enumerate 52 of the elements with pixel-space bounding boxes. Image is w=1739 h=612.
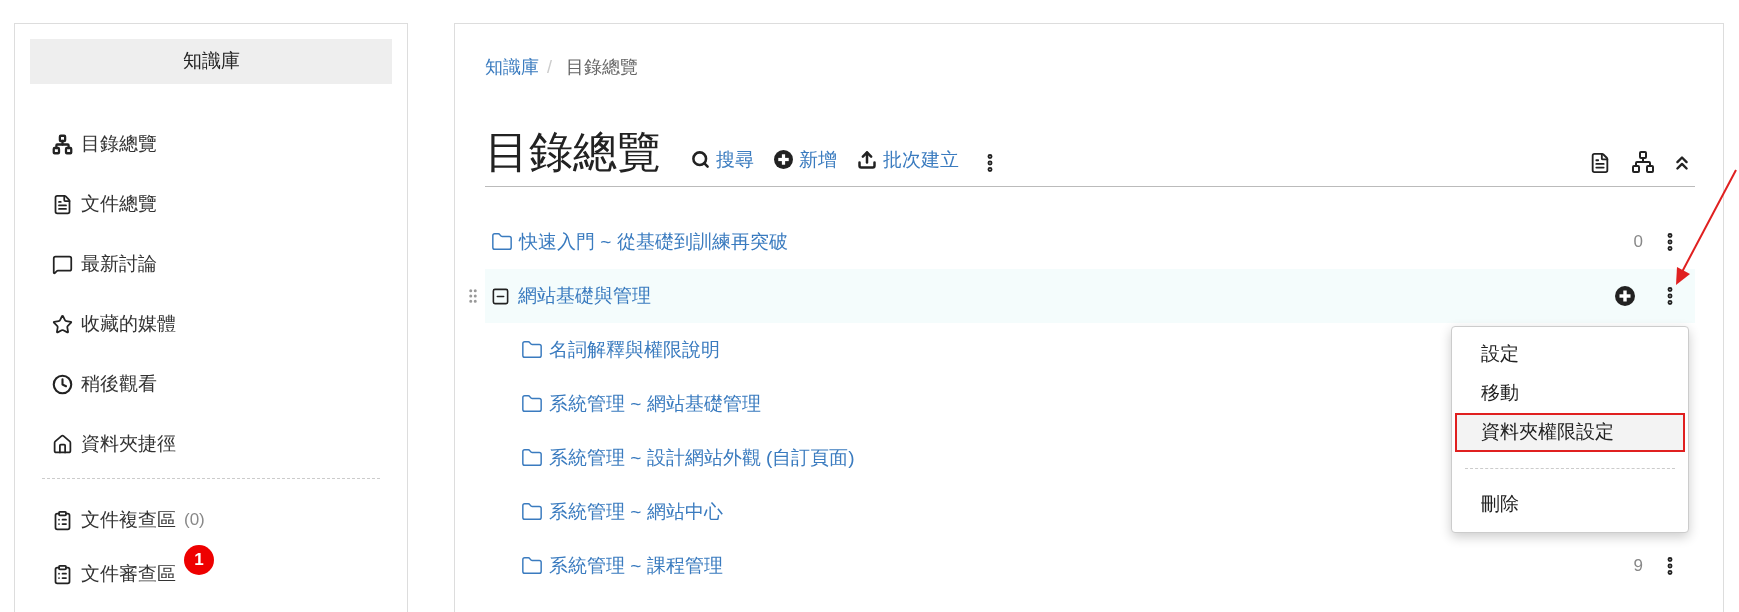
- breadcrumb-current: 目錄總覽: [566, 55, 638, 79]
- folder-icon: [521, 501, 543, 523]
- document-icon[interactable]: [1589, 152, 1611, 174]
- upload-icon: [857, 149, 877, 170]
- sidebar-link[interactable]: 文件審查區: [81, 559, 176, 589]
- folder-icon: [521, 339, 543, 361]
- page-title: 目錄總覽: [485, 130, 661, 174]
- sitemap-icon: [52, 133, 73, 155]
- search-icon: [691, 150, 710, 170]
- sidebar-link[interactable]: 目錄總覽: [81, 129, 157, 159]
- menu-item[interactable]: 資料夾權限設定: [1455, 413, 1685, 452]
- folder-link[interactable]: 系統管理 ~ 課程管理: [549, 551, 723, 581]
- chat-icon: [52, 253, 73, 275]
- folder-icon: [521, 393, 543, 415]
- plus-circle-icon: [774, 150, 793, 170]
- folder-link[interactable]: 名詞解釋與權限說明: [549, 335, 720, 365]
- sidebar-link[interactable]: 收藏的媒體: [81, 309, 176, 339]
- sidebar-title: 知識庫: [30, 39, 392, 84]
- folder-icon: [521, 555, 543, 577]
- sidebar-link[interactable]: 文件總覽: [81, 189, 157, 219]
- star-icon: [52, 313, 73, 335]
- folder-icon: [521, 447, 543, 469]
- add-icon: [1615, 286, 1635, 306]
- sitemap-icon[interactable]: [1631, 150, 1655, 174]
- item-count: 0: [1633, 231, 1643, 254]
- sidebar-link[interactable]: 稍後觀看: [81, 369, 157, 399]
- document-icon: [52, 193, 73, 215]
- clipboard-icon: [52, 563, 73, 585]
- folder-link[interactable]: 系統管理 ~ 網站基礎管理: [549, 389, 761, 419]
- menu-item[interactable]: 移動: [1455, 374, 1685, 413]
- toolbar-button[interactable]: 批次建立: [857, 145, 959, 174]
- clipboard-icon: [52, 509, 73, 531]
- folder-link[interactable]: 系統管理 ~ 網站中心: [549, 497, 723, 527]
- menu-item[interactable]: 設定: [1455, 335, 1685, 374]
- item-count: 9: [1633, 555, 1643, 578]
- folder-link[interactable]: 網站基礎與管理: [518, 281, 651, 311]
- folder-link[interactable]: 系統管理 ~ 設計網站外觀 (自訂頁面): [549, 443, 855, 473]
- breadcrumb-link[interactable]: 知識庫: [485, 53, 539, 81]
- sidebar-link[interactable]: 最新討論: [81, 249, 157, 279]
- sidebar-link[interactable]: 資料夾捷徑: [81, 429, 176, 459]
- notification-badge: 1: [184, 545, 214, 575]
- clock-icon: [52, 373, 73, 395]
- home-icon: [52, 433, 73, 455]
- folder-link[interactable]: 快速入門 ~ 從基礎到訓練再突破: [519, 227, 788, 257]
- breadcrumb-separator: /: [547, 55, 552, 79]
- collapse-icon[interactable]: [491, 286, 510, 306]
- menu-item[interactable]: 刪除: [1455, 485, 1685, 524]
- sidebar-link[interactable]: 文件複查區: [81, 505, 176, 535]
- folder-row[interactable]: 網站基礎與管理: [485, 269, 1695, 323]
- item-count: (0): [184, 509, 205, 532]
- toolbar-button[interactable]: 搜尋: [691, 145, 754, 174]
- toolbar-button[interactable]: 新增: [774, 145, 837, 174]
